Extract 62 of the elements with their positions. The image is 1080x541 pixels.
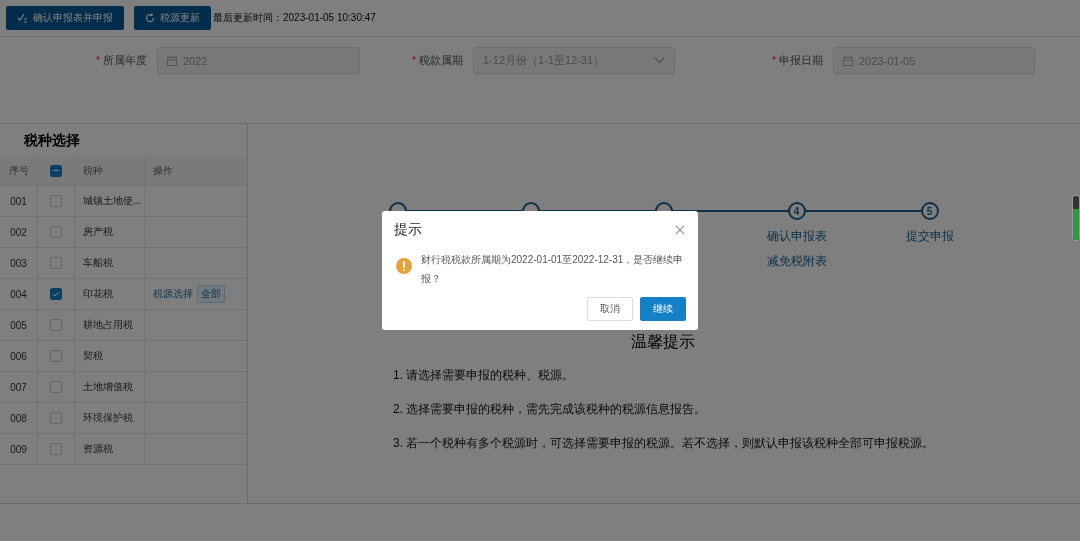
- source-select-link[interactable]: 税源选择: [153, 287, 193, 301]
- dialog-button[interactable]: 继续: [640, 297, 686, 321]
- field-label: * 申报日期: [771, 53, 823, 68]
- table-cell: 环境保护税: [83, 411, 133, 425]
- field-label: * 税款属期: [411, 53, 463, 68]
- toolbar-button[interactable]: 确认申报表并申报: [6, 6, 124, 30]
- column-header: 序号: [0, 156, 38, 185]
- close-icon[interactable]: [675, 225, 685, 235]
- tip-text: 2. 选择需要申报的税种，需先完成该税种的税源信息报告。: [393, 401, 708, 418]
- dialog-message: 财行税税款所属期为2022-01-01至2022-12-31，是否继续申报？: [421, 253, 684, 286]
- select-all-checkbox[interactable]: [50, 164, 62, 177]
- dialog-title: 提示: [394, 221, 422, 239]
- table-cell: 契税: [83, 349, 103, 363]
- column-header: 税种: [75, 156, 145, 185]
- table-cell: 印花税: [83, 287, 113, 301]
- step-number: 4: [787, 202, 806, 220]
- warning-icon: [396, 258, 412, 274]
- row-checkbox[interactable]: [50, 195, 62, 207]
- dialog-button[interactable]: 取消: [587, 297, 633, 321]
- row-checkbox[interactable]: [50, 257, 62, 269]
- calendar-icon: [843, 55, 853, 66]
- step-label: 确认申报表: [766, 228, 827, 245]
- table-cell: 002: [10, 226, 27, 238]
- chevron-down-icon: [654, 57, 665, 64]
- tips-title: 温馨提示: [630, 332, 696, 352]
- table-cell: 009: [10, 443, 27, 455]
- table-cell: 车船税: [83, 256, 113, 270]
- toolbar-button[interactable]: 税源更新: [134, 6, 211, 30]
- row-checkbox[interactable]: [50, 443, 62, 455]
- row-checkbox[interactable]: [50, 412, 62, 424]
- step-number: 5: [920, 202, 939, 220]
- panel-title: 税种选择: [22, 131, 81, 150]
- table-cell: 城镇土地使...: [83, 194, 142, 208]
- row-checkbox[interactable]: [50, 319, 62, 331]
- check-list-icon: [17, 13, 28, 23]
- step-label: 提交申报: [905, 228, 954, 245]
- all-tag[interactable]: 全部: [197, 285, 225, 303]
- table-cell: 005: [10, 319, 27, 331]
- level-meter-icon: [1072, 195, 1080, 241]
- row-checkbox[interactable]: [50, 381, 62, 393]
- row-checkbox[interactable]: [50, 288, 62, 300]
- table-cell: 003: [10, 257, 27, 269]
- table-cell: 007: [10, 381, 27, 393]
- refresh-icon: [145, 13, 155, 23]
- column-header: 操作: [152, 163, 174, 178]
- table-cell: 004: [10, 288, 27, 300]
- step-label: 减免税附表: [766, 253, 827, 270]
- tip-text: 3. 若一个税种有多个税源时，可选择需要申报的税源。若不选择，则默认申报该税种全部可申报税源。: [393, 435, 936, 452]
- last-update-time: 最后更新时间：2023-01-05 10:30:47: [213, 11, 376, 25]
- table-cell: 房产税: [83, 225, 113, 239]
- tip-text: 1. 请选择需要申报的税种、税源。: [393, 367, 576, 384]
- table-cell: 006: [10, 350, 27, 362]
- table-cell: 土地增值税: [83, 380, 133, 394]
- check-icon: [52, 291, 60, 297]
- table-cell: 008: [10, 412, 27, 424]
- row-checkbox[interactable]: [50, 350, 62, 362]
- row-checkbox[interactable]: [50, 226, 62, 238]
- table-cell: 资源税: [83, 442, 113, 456]
- field-label: * 所属年度: [95, 53, 147, 68]
- table-cell: 耕地占用税: [83, 318, 133, 332]
- table-cell: 001: [10, 195, 27, 207]
- calendar-icon: [167, 55, 177, 66]
